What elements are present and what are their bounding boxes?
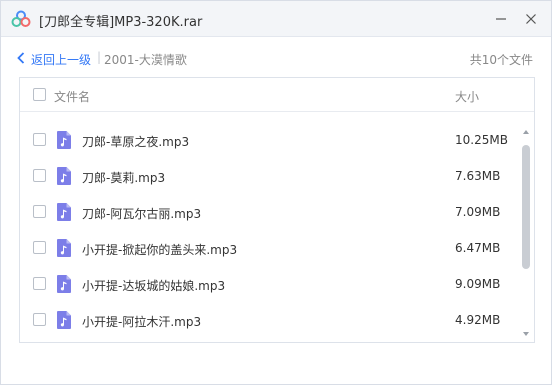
scroll-down-arrow-icon[interactable] xyxy=(522,330,530,338)
file-checkbox[interactable] xyxy=(33,169,46,182)
breadcrumb-current-folder: 2001-大漠情歌 xyxy=(104,53,187,67)
file-row[interactable]: 刀郎-草原之夜.mp3 10.25MB xyxy=(20,122,520,158)
file-size: 6.47MB xyxy=(455,241,501,255)
archive-preview-window: [刀郎全专辑]MP3-320K.rar 返回上一级 | 2001-大漠情歌 共1… xyxy=(0,0,552,385)
close-button[interactable] xyxy=(519,7,543,31)
file-row[interactable]: 小开提-掀起你的盖头来.mp3 6.47MB xyxy=(20,230,520,266)
audio-file-icon xyxy=(57,311,71,329)
breadcrumb-divider: | xyxy=(97,50,102,64)
audio-file-icon xyxy=(57,167,71,185)
file-name: 刀郎-阿瓦尔古丽.mp3 xyxy=(82,207,202,221)
back-link[interactable]: 返回上一级 xyxy=(31,51,91,68)
file-count-label: 共10个文件 xyxy=(469,53,533,67)
scrollbar-thumb[interactable] xyxy=(522,145,530,269)
column-header-name[interactable]: 文件名 xyxy=(54,88,90,105)
file-size: 9.09MB xyxy=(455,277,501,291)
file-size: 7.63MB xyxy=(455,169,501,183)
minimize-button[interactable] xyxy=(489,7,513,31)
window-title: [刀郎全专辑]MP3-320K.rar xyxy=(39,15,203,30)
column-header-size[interactable]: 大小 xyxy=(455,88,479,105)
scroll-up-arrow-icon[interactable] xyxy=(522,128,530,136)
navigation-bar: 返回上一级 | 2001-大漠情歌 共10个文件 xyxy=(1,45,551,71)
audio-file-icon xyxy=(57,203,71,221)
file-checkbox[interactable] xyxy=(33,313,46,326)
close-icon xyxy=(526,14,536,24)
audio-file-icon xyxy=(57,131,71,149)
file-name: 刀郎-草原之夜.mp3 xyxy=(82,135,190,149)
file-list: 文件名 大小 刀郎-草原之夜.mp3 10.25MB 刀郎-莫莉.mp3 7.63MB… xyxy=(19,77,535,343)
file-checkbox[interactable] xyxy=(33,277,46,290)
file-row[interactable]: 刀郎-莫莉.mp3 7.63MB xyxy=(20,158,520,194)
file-size: 7.09MB xyxy=(455,205,501,219)
file-row[interactable]: 小开提-阿拉木汗.mp3 4.92MB xyxy=(20,302,520,338)
chevron-left-icon[interactable] xyxy=(16,52,26,64)
file-size: 10.25MB xyxy=(455,133,508,147)
audio-file-icon xyxy=(57,275,71,293)
baidu-netdisk-cloud-icon xyxy=(11,10,31,27)
file-checkbox[interactable] xyxy=(33,133,46,146)
audio-file-icon xyxy=(57,239,71,257)
file-name: 小开提-掀起你的盖头来.mp3 xyxy=(82,243,238,257)
file-size: 4.92MB xyxy=(455,313,501,327)
minimize-icon xyxy=(496,18,506,20)
file-checkbox[interactable] xyxy=(33,241,46,254)
file-name: 刀郎-莫莉.mp3 xyxy=(82,171,166,185)
file-checkbox[interactable] xyxy=(33,205,46,218)
file-name: 小开提-阿拉木汗.mp3 xyxy=(82,315,202,329)
title-bar: [刀郎全专辑]MP3-320K.rar xyxy=(1,1,551,37)
list-header: 文件名 大小 xyxy=(20,78,534,112)
select-all-checkbox[interactable] xyxy=(33,88,46,101)
file-row[interactable]: 小开提-达坂城的姑娘.mp3 9.09MB xyxy=(20,266,520,302)
file-row[interactable]: 刀郎-阿瓦尔古丽.mp3 7.09MB xyxy=(20,194,520,230)
file-name: 小开提-达坂城的姑娘.mp3 xyxy=(82,279,226,293)
